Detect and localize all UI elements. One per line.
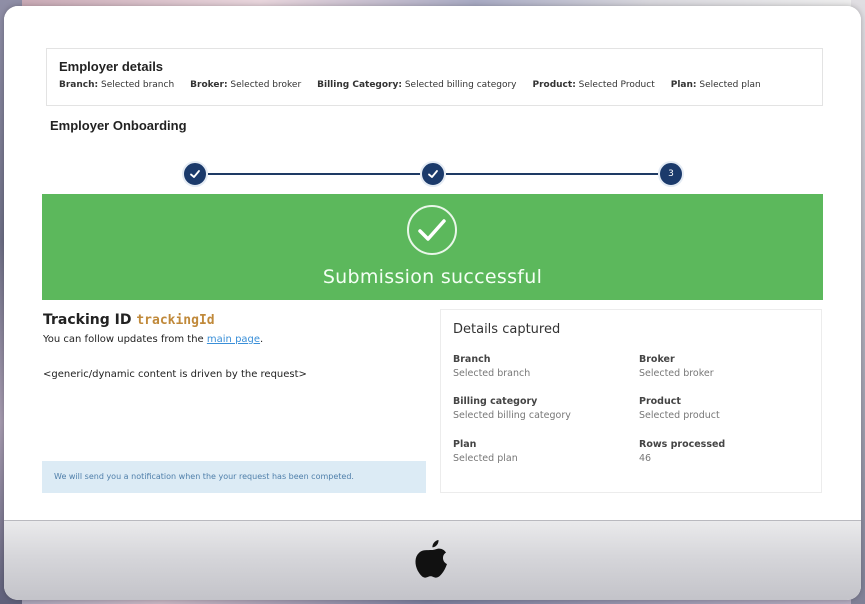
check-icon: [190, 170, 200, 178]
main-page-link[interactable]: main page: [207, 334, 260, 345]
notification-notice: We will send you a notification when the…: [42, 461, 426, 493]
check-icon: [428, 170, 438, 178]
employer-details-row: Branch: Selected branch Broker: Selected…: [59, 80, 810, 90]
detail-branch: Branch Selected branch: [453, 354, 531, 379]
detail-product: Product Selected product: [639, 396, 720, 421]
monitor: Employer details Branch: Selected branch…: [4, 6, 861, 600]
employer-details-card: Employer details Branch: Selected branch…: [46, 48, 823, 106]
employer-field-product: Product: Selected Product: [532, 80, 655, 90]
monitor-chin: [4, 520, 861, 600]
details-captured-card: Details captured Branch Selected branch …: [440, 309, 822, 493]
success-banner: Submission successful: [42, 194, 823, 300]
step-1: [182, 161, 208, 187]
employer-field-branch: Branch: Selected branch: [59, 80, 175, 90]
success-title: Submission successful: [322, 266, 543, 288]
apple-icon: [415, 540, 447, 578]
screen: Employer details Branch: Selected branch…: [4, 6, 861, 520]
tracking-label: Tracking ID: [43, 312, 132, 328]
follow-updates-text: You can follow updates from the main pag…: [43, 334, 264, 345]
step-connector-1: [208, 173, 420, 175]
check-circle-icon: [407, 205, 457, 255]
details-captured-title: Details captured: [453, 322, 561, 337]
step-2: [420, 161, 446, 187]
detail-rows-processed: Rows processed 46: [639, 439, 726, 464]
employer-details-title: Employer details: [59, 59, 164, 74]
detail-broker: Broker Selected broker: [639, 354, 714, 379]
tracking-id: trackingId: [136, 313, 215, 328]
tracking-heading: Tracking ID trackingId: [43, 312, 215, 328]
employer-field-broker: Broker: Selected broker: [190, 80, 302, 90]
employer-field-plan: Plan: Selected plan: [670, 80, 761, 90]
progress-stepper: 3: [182, 160, 686, 190]
generic-content-text: <generic/dynamic content is driven by th…: [43, 369, 307, 380]
detail-billing-category: Billing category Selected billing catego…: [453, 396, 571, 421]
detail-plan: Plan Selected plan: [453, 439, 518, 464]
onboarding-title: Employer Onboarding: [50, 118, 187, 133]
step-connector-2: [446, 173, 658, 175]
step-3: 3: [658, 161, 684, 187]
employer-field-billing-category: Billing Category: Selected billing categ…: [317, 80, 517, 90]
